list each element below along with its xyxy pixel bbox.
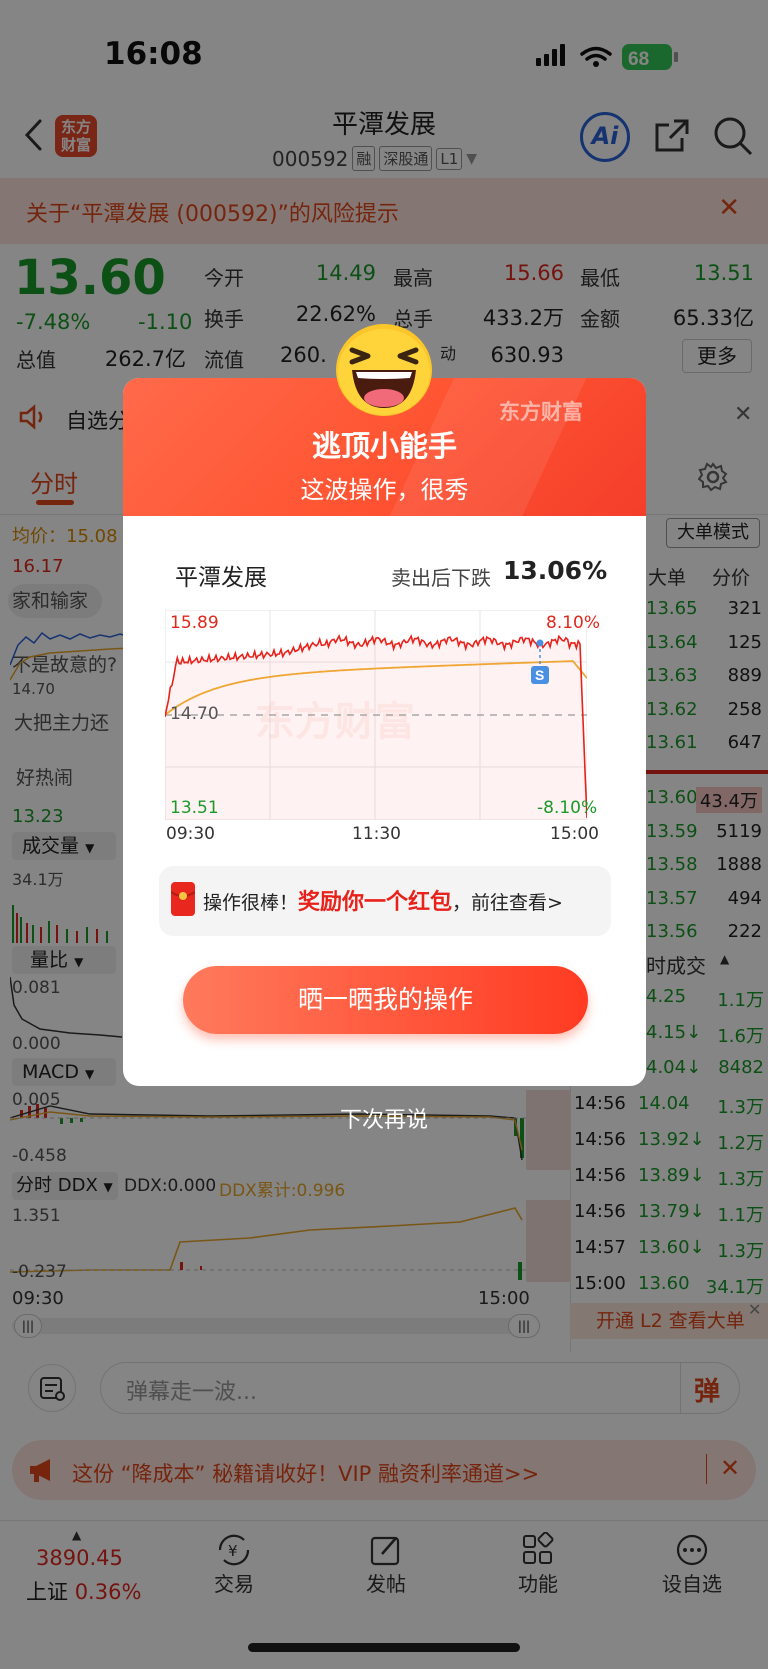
home-indicator xyxy=(248,1643,520,1652)
chart-lo-pct: -8.10% xyxy=(537,798,598,818)
modal-stock-name: 平潭发展 xyxy=(175,565,267,591)
share-operation-button[interactable]: 晒一晒我的操作 xyxy=(183,966,588,1034)
drop-label: 卖出后下跌 xyxy=(391,566,491,590)
svg-text:S: S xyxy=(535,667,544,683)
red-packet-text[interactable]: 操作很棒！奖励你一个红包，前往查看> xyxy=(203,884,563,916)
red-packet-icon xyxy=(171,882,195,916)
modal-subtitle: 这波操作，很秀 xyxy=(300,476,469,504)
chart-mid: 14.70 xyxy=(170,704,219,724)
chart-hi-pct: 8.10% xyxy=(546,613,601,633)
chart-t3: 15:00 xyxy=(550,824,599,844)
achievement-modal: 东方财富 逃顶小能手 这波操作，很秀 平潭发展 卖出后下跌 13.06% 东方财… xyxy=(123,378,646,1086)
later-link[interactable]: 下次再说 xyxy=(0,1102,768,1134)
chart-t1: 09:30 xyxy=(166,824,215,844)
laughing-emoji-icon xyxy=(334,322,434,418)
chart-hi: 15.89 xyxy=(170,613,219,633)
brand-watermark: 东方财富 xyxy=(499,400,583,424)
drop-value: 13.06% xyxy=(503,556,608,585)
modal-title: 逃顶小能手 xyxy=(311,429,457,463)
chart-lo: 13.51 xyxy=(170,798,219,818)
modal-intraday-chart: 东方财富 S xyxy=(165,610,587,820)
chart-t2: 11:30 xyxy=(352,824,401,844)
